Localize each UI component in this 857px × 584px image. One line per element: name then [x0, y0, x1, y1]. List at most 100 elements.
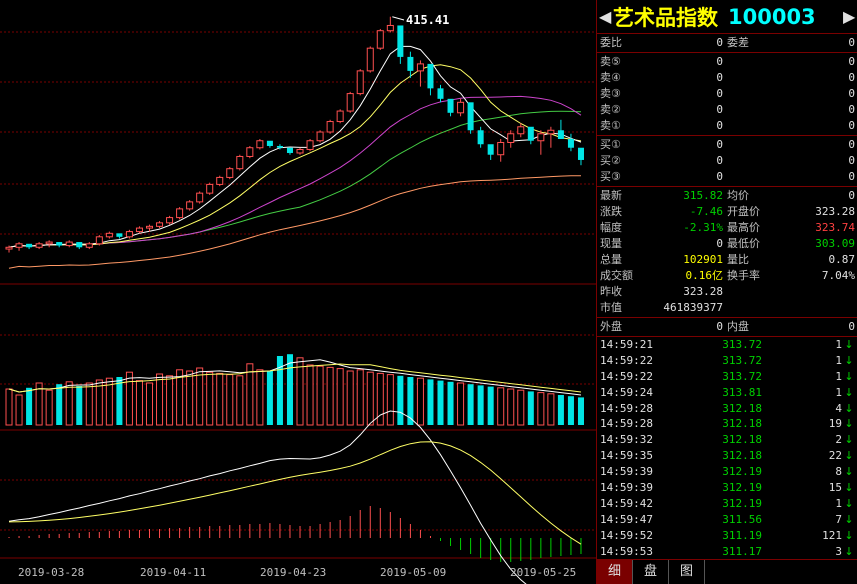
- down-arrow-icon: ↓: [844, 481, 854, 495]
- tick-time: 14:59:22: [600, 369, 653, 383]
- volume-bar: [166, 375, 174, 426]
- volume-bar: [256, 369, 264, 426]
- candle-body: [517, 126, 525, 135]
- volume-bar: [326, 366, 334, 426]
- order-price: 0: [716, 87, 723, 100]
- candle-body: [306, 140, 314, 150]
- tick-volume: 8: [835, 465, 842, 479]
- candle-body: [135, 227, 143, 233]
- candle-body: [356, 70, 364, 95]
- down-arrow-icon: ↓: [844, 353, 854, 367]
- x-axis-label: 2019-04-11: [140, 566, 207, 579]
- sell-level: 卖② 0 0: [597, 102, 857, 118]
- weibi-value: 0: [716, 36, 723, 49]
- volume-bar: [26, 387, 33, 425]
- order-volume: 0: [848, 119, 855, 132]
- outer-inner: 外盘 0 内盘 0: [597, 318, 857, 337]
- volume-bar: [216, 372, 224, 426]
- candle-body: [236, 155, 244, 170]
- tab-detail[interactable]: 细: [597, 560, 633, 584]
- tick-time: 14:59:21: [600, 338, 653, 351]
- tick-price: 312.19: [722, 481, 762, 495]
- candle-body: [376, 30, 384, 49]
- tick-row: 14:59:39 312.19 8 ↓: [597, 464, 857, 480]
- ratio-value: 0.87: [828, 253, 856, 266]
- low-label: 最低价: [727, 237, 760, 250]
- volume-bar: [286, 354, 293, 425]
- prev-close-label: 昨收: [600, 285, 622, 298]
- cur-vol-value: 0: [716, 237, 723, 250]
- macd-dea-line: [8, 441, 582, 545]
- panel-tabs: 细 盘 图: [597, 559, 857, 584]
- tick-volume: 7: [835, 512, 842, 526]
- candle-body: [166, 217, 174, 224]
- volume-bar: [296, 357, 304, 426]
- order-price: 0: [716, 138, 723, 151]
- tick-row: 14:59:53 311.17 3 ↓: [597, 544, 857, 560]
- order-volume: 0: [848, 154, 855, 167]
- volume-bar: [76, 386, 83, 425]
- volume-bar: [95, 379, 103, 426]
- quote-panel: ◀ 艺术品指数 100003 ▶ 委比 0 委差 0 卖⑤ 0 0 卖④ 0 0 卖③ 0 0 卖…: [596, 0, 857, 584]
- down-arrow-icon: ↓: [844, 369, 854, 383]
- chart-canvas[interactable]: [0, 0, 596, 584]
- tick-price: 313.72: [722, 338, 762, 351]
- volume-ma-line: [8, 363, 582, 393]
- candle-body: [216, 176, 224, 185]
- next-stock-icon[interactable]: ▶: [843, 7, 855, 26]
- volume-bar: [306, 364, 314, 426]
- candle-body: [156, 222, 164, 227]
- tab-orderbook[interactable]: 盘: [633, 560, 669, 584]
- inner-label: 内盘: [727, 320, 749, 333]
- candle-body: [45, 241, 53, 245]
- high-label: 最高价: [727, 221, 760, 234]
- candle-body: [206, 183, 214, 194]
- candle-body: [266, 140, 273, 146]
- candle-body: [145, 225, 154, 229]
- order-volume: 0: [848, 170, 855, 183]
- tick-volume: 1: [835, 353, 842, 367]
- avg-label: 均价: [727, 189, 749, 202]
- tick-time: 14:59:53: [600, 544, 653, 558]
- sell-level: 卖⑤ 0 0: [597, 54, 857, 70]
- tick-price: 313.81: [722, 385, 762, 399]
- down-arrow-icon: ↓: [844, 433, 854, 447]
- prev-stock-icon[interactable]: ◀: [599, 7, 611, 26]
- latest-value: 315.82: [683, 189, 723, 202]
- tick-row: 14:59:22 313.72 1 ↓: [597, 369, 857, 385]
- weicha-value: 0: [848, 36, 855, 49]
- pct-value: -2.31%: [683, 221, 723, 234]
- volume-bar: [366, 371, 374, 426]
- tick-list[interactable]: 14:59:21 313.72 1 ↓ 14:59:22 313.72 1 ↓ 14:59:22…: [597, 337, 857, 584]
- total-vol-value: 102901: [683, 253, 723, 266]
- sell-orders: 卖⑤ 0 0 卖④ 0 0 卖③ 0 0 卖② 0 0 卖① 0 0: [597, 53, 857, 136]
- volume-bar: [547, 393, 555, 426]
- down-arrow-icon: ↓: [844, 401, 854, 415]
- volume-bar: [186, 370, 194, 426]
- outer-label: 外盘: [600, 320, 622, 333]
- down-arrow-icon: ↓: [844, 449, 854, 463]
- candle-body: [85, 243, 93, 248]
- candle-body: [5, 246, 13, 250]
- volume-bar: [125, 371, 133, 426]
- down-arrow-icon: ↓: [844, 465, 854, 479]
- candle-body: [316, 131, 324, 142]
- candle-body: [226, 168, 234, 178]
- volume-bar: [447, 381, 454, 425]
- sell-level: 卖④ 0 0: [597, 70, 857, 86]
- open-label: 开盘价: [727, 205, 760, 218]
- order-volume: 0: [848, 55, 855, 68]
- tick-price: 312.18: [722, 433, 762, 447]
- tick-volume: 121: [822, 528, 842, 542]
- tab-chart[interactable]: 图: [669, 560, 705, 584]
- order-price: 0: [716, 103, 723, 116]
- quote-stats: 最新 315.82 均价 0 涨跌 -7.46 开盘价 323.28 幅度 -2…: [597, 187, 857, 318]
- down-arrow-icon: ↓: [844, 385, 854, 399]
- tick-row: 14:59:22 313.72 1 ↓: [597, 353, 857, 369]
- volume-bar: [437, 380, 444, 425]
- volume-bar: [457, 382, 465, 426]
- tick-price: 313.72: [722, 369, 762, 383]
- order-label: 卖④: [600, 71, 621, 84]
- candle-body: [336, 110, 344, 123]
- kline-chart[interactable]: 415.41 2019-03-28 2019-04-11 2019-04-23 …: [0, 0, 596, 584]
